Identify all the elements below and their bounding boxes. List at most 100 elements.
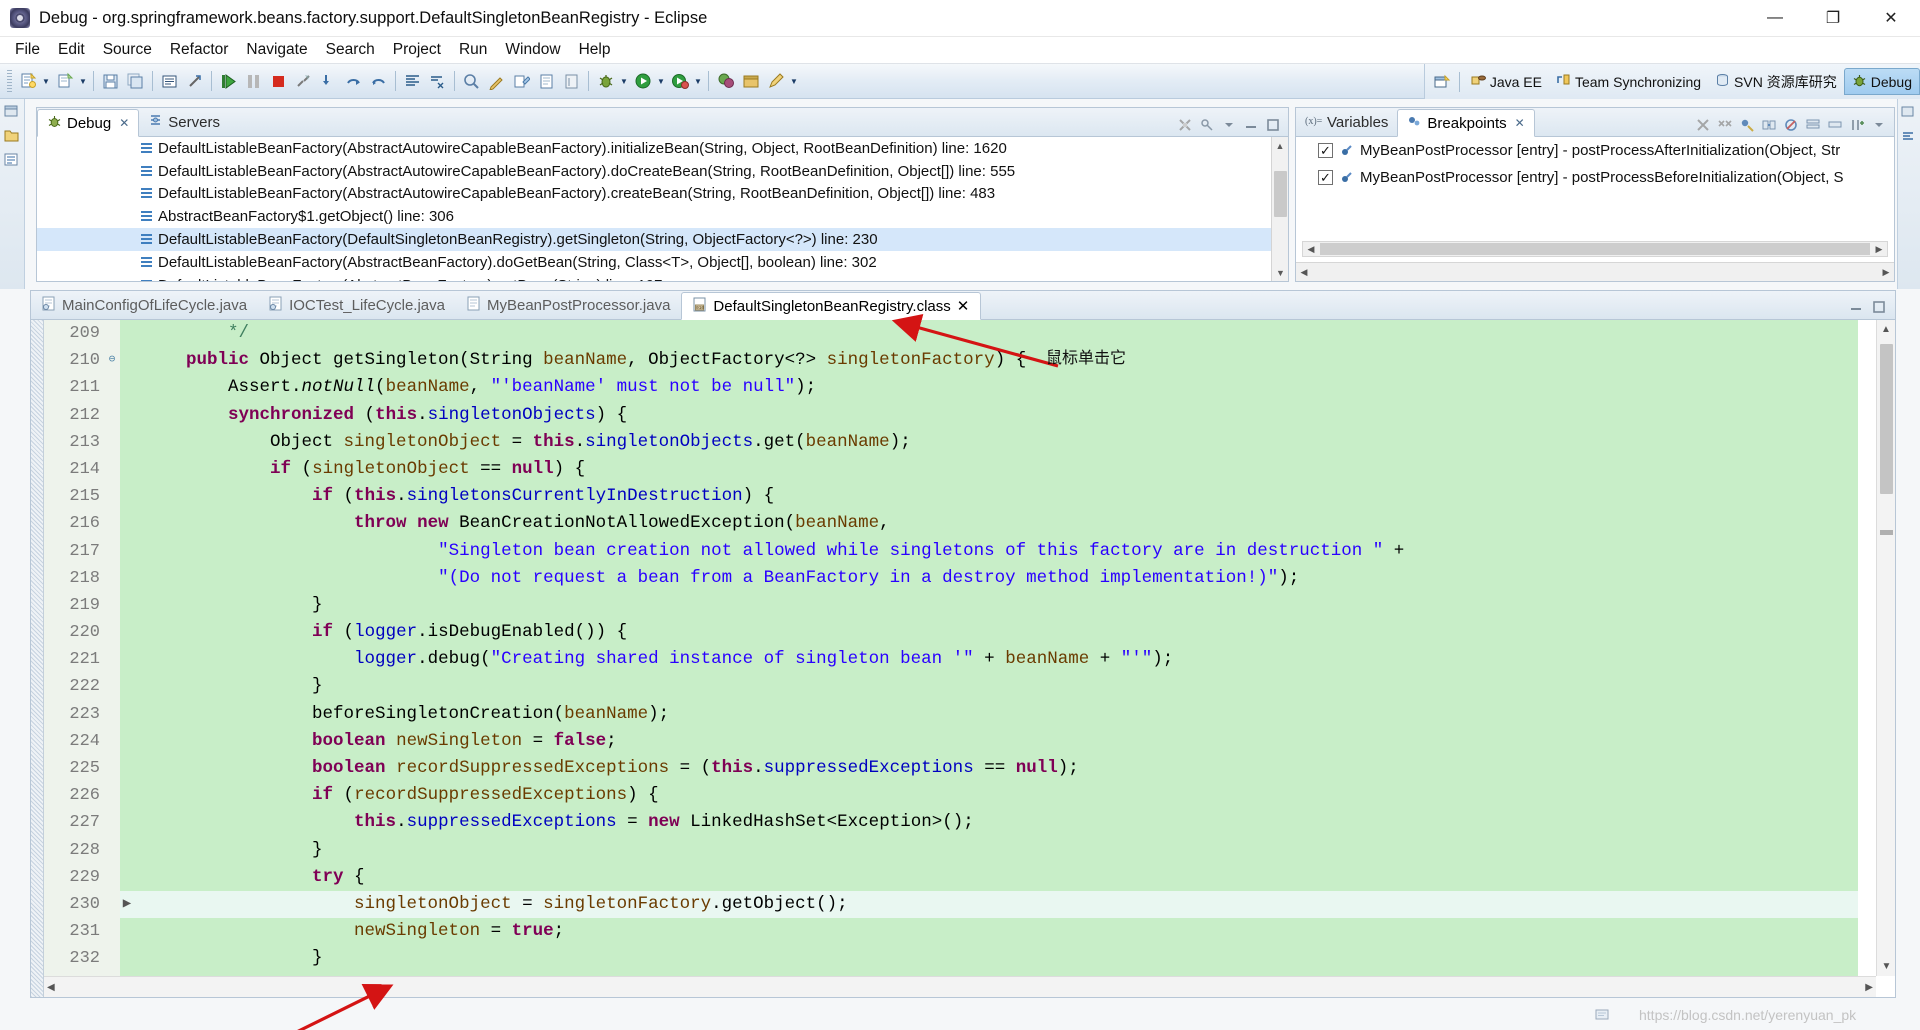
edit-pen-icon[interactable] bbox=[763, 69, 788, 94]
stack-frame-row[interactable]: DefaultListableBeanFactory(AbstractAutow… bbox=[37, 183, 1288, 206]
breakpoints-view-menu-icon[interactable] bbox=[1871, 117, 1887, 133]
view-menu-icon[interactable] bbox=[1221, 117, 1237, 133]
external-tools-dropdown-icon[interactable]: ▼ bbox=[692, 69, 704, 94]
tab-variables[interactable]: (x)= Variables bbox=[1296, 108, 1397, 136]
breakpoint-checkbox[interactable] bbox=[1318, 143, 1333, 158]
disconnect-icon[interactable] bbox=[291, 69, 316, 94]
skip-all-breakpoints-icon[interactable] bbox=[1783, 117, 1799, 133]
code-line[interactable]: 227 this.suppressedExceptions = new Link… bbox=[44, 809, 1858, 837]
previous-annotation-icon[interactable] bbox=[559, 69, 584, 94]
perspective-tab-java-ee[interactable]: Java EE bbox=[1464, 68, 1549, 95]
remove-breakpoint-icon[interactable] bbox=[1695, 117, 1711, 133]
new-wizard-icon[interactable] bbox=[15, 69, 40, 94]
run-dropdown-icon[interactable]: ▼ bbox=[655, 69, 667, 94]
editor-horizontal-scrollbar[interactable]: ◀ ▶ bbox=[44, 976, 1876, 997]
code-line[interactable]: 220 if (logger.isDebugEnabled()) { bbox=[44, 619, 1858, 647]
code-line[interactable]: 210 ⊖ public Object getSingleton(String b… bbox=[44, 347, 1858, 375]
close-button[interactable]: ✕ bbox=[1862, 0, 1920, 36]
perspective-tab-debug[interactable]: Debug bbox=[1843, 68, 1920, 95]
scroll-up-icon[interactable]: ▲ bbox=[1272, 137, 1288, 154]
open-type-icon[interactable] bbox=[459, 69, 484, 94]
tab-servers[interactable]: Servers bbox=[139, 108, 229, 136]
editor-vertical-scrollbar[interactable]: ▲ ▼ bbox=[1876, 320, 1895, 976]
breakpoint-item[interactable]: MyBeanPostProcessor [entry] - postProces… bbox=[1296, 164, 1894, 191]
stack-frame-row[interactable]: DefaultListableBeanFactory(AbstractBeanF… bbox=[37, 274, 1288, 281]
code-line[interactable]: 232 } bbox=[44, 945, 1858, 973]
expand-all-icon[interactable] bbox=[1805, 117, 1821, 133]
breakpoints-horizontal-scrollbar[interactable]: ◀ ▶ bbox=[1302, 241, 1888, 257]
save-all-icon[interactable] bbox=[123, 69, 148, 94]
outline-list-icon[interactable] bbox=[400, 69, 425, 94]
restore-view-icon[interactable] bbox=[3, 103, 22, 122]
breakpoint-item[interactable]: MyBeanPostProcessor [entry] - postProces… bbox=[1296, 137, 1894, 164]
code-line[interactable]: 221 logger.debug("Creating shared instan… bbox=[44, 646, 1858, 674]
maximize-view-icon[interactable] bbox=[1900, 104, 1919, 123]
outline-fastview-icon[interactable] bbox=[1900, 129, 1919, 148]
code-line[interactable]: 223 beforeSingletonCreation(beanName); bbox=[44, 700, 1858, 728]
browser-icon[interactable] bbox=[738, 69, 763, 94]
code-viewer[interactable]: 209 */210 ⊖ public Object getSingleton(St… bbox=[31, 320, 1895, 997]
resume-icon[interactable] bbox=[216, 69, 241, 94]
menu-window[interactable]: Window bbox=[496, 38, 569, 62]
minimize-view-icon[interactable] bbox=[1243, 117, 1259, 133]
maximize-button[interactable]: ❐ bbox=[1804, 0, 1862, 36]
code-line[interactable]: 222 } bbox=[44, 673, 1858, 701]
code-line[interactable]: 225 boolean recordSuppressedExceptions =… bbox=[44, 755, 1858, 783]
code-line[interactable]: 231 newSingleton = true; bbox=[44, 918, 1858, 946]
maximize-view-icon[interactable] bbox=[1265, 117, 1281, 133]
code-line[interactable]: 218 "(Do not request a bean from a BeanF… bbox=[44, 564, 1858, 592]
menu-refactor[interactable]: Refactor bbox=[161, 38, 238, 62]
source-code[interactable]: 209 */210 ⊖ public Object getSingleton(St… bbox=[44, 320, 1858, 976]
overview-ruler-mark[interactable] bbox=[1880, 530, 1893, 535]
menu-help[interactable]: Help bbox=[570, 38, 620, 62]
link-break-icon[interactable] bbox=[182, 69, 207, 94]
tab-breakpoints[interactable]: Breakpoints ✕ bbox=[1397, 109, 1535, 137]
scroll-left-icon[interactable]: ◀ bbox=[1303, 244, 1319, 255]
remove-all-breakpoints-icon[interactable] bbox=[1717, 117, 1733, 133]
code-line[interactable]: 219 } bbox=[44, 591, 1858, 620]
menu-run[interactable]: Run bbox=[450, 38, 496, 62]
editor-scroll-left-icon[interactable]: ◀ bbox=[47, 982, 55, 993]
menu-project[interactable]: Project bbox=[384, 38, 450, 62]
breakpoints-scroll-thumb[interactable] bbox=[1320, 243, 1870, 255]
editor-scroll-up-icon[interactable]: ▲ bbox=[1877, 320, 1895, 339]
editor-tab-close-icon[interactable]: ✕ bbox=[957, 297, 970, 315]
new-java-project-icon[interactable] bbox=[52, 69, 77, 94]
editor-tab-mainconfigoflifecycle[interactable]: MainConfigOfLifeCycle.java bbox=[31, 291, 258, 319]
open-perspective-tool-icon[interactable] bbox=[713, 69, 738, 94]
scroll-right-icon[interactable]: ▶ bbox=[1871, 244, 1887, 255]
code-line[interactable]: 209 */ bbox=[44, 320, 1858, 348]
stack-frame-row[interactable]: DefaultListableBeanFactory(AbstractAutow… bbox=[37, 160, 1288, 183]
tab-debug[interactable]: Debug ✕ bbox=[37, 109, 140, 137]
debug-scroll-thumb[interactable] bbox=[1274, 171, 1287, 217]
menu-navigate[interactable]: Navigate bbox=[237, 38, 316, 62]
tab-breakpoints-close-icon[interactable]: ✕ bbox=[1515, 116, 1525, 130]
code-line[interactable]: 216 throw new BeanCreationNotAllowedExce… bbox=[44, 510, 1858, 538]
stack-frame-row[interactable]: AbstractBeanFactory$1.getObject() line: … bbox=[37, 205, 1288, 228]
editor-tab-ioctest-lifecycle[interactable]: IOCTest_LifeCycle.java bbox=[258, 291, 456, 319]
collapse-all-icon[interactable] bbox=[1827, 117, 1843, 133]
code-line[interactable]: 217 "Singleton bean creation not allowed… bbox=[44, 537, 1858, 565]
editor-scroll-down-icon[interactable]: ▼ bbox=[1877, 957, 1895, 976]
menu-edit[interactable]: Edit bbox=[49, 38, 94, 62]
editor-tab-defaultsingletonbeanregistry[interactable]: 010 DefaultSingletonBeanRegistry.class ✕ bbox=[681, 292, 982, 320]
code-line[interactable]: 214 if (singletonObject == null) { bbox=[44, 455, 1858, 484]
outline-view-icon[interactable] bbox=[3, 151, 22, 170]
search-icon[interactable] bbox=[484, 69, 509, 94]
add-breakpoint-group-icon[interactable] bbox=[1849, 117, 1865, 133]
last-edit-location-icon[interactable] bbox=[509, 69, 534, 94]
code-line[interactable]: 228 } bbox=[44, 836, 1858, 864]
breakpoint-checkbox[interactable] bbox=[1318, 170, 1333, 185]
editor-scroll-thumb[interactable] bbox=[1880, 344, 1893, 494]
menu-file[interactable]: File bbox=[6, 38, 49, 62]
toggle-mark-occurrences-icon[interactable] bbox=[425, 69, 450, 94]
debug-launch-icon[interactable] bbox=[593, 69, 618, 94]
code-line[interactable]: 212 synchronized (this.singletonObjects)… bbox=[44, 401, 1858, 429]
package-explorer-icon[interactable] bbox=[3, 127, 22, 146]
marker-column[interactable] bbox=[31, 320, 44, 997]
view-menu-filter-icon[interactable] bbox=[1199, 117, 1215, 133]
step-return-icon[interactable] bbox=[366, 69, 391, 94]
new-java-project-dropdown-icon[interactable]: ▼ bbox=[77, 69, 89, 94]
debug-dropdown-icon[interactable]: ▼ bbox=[618, 69, 630, 94]
show-breakpoints-supported-icon[interactable] bbox=[1739, 117, 1755, 133]
